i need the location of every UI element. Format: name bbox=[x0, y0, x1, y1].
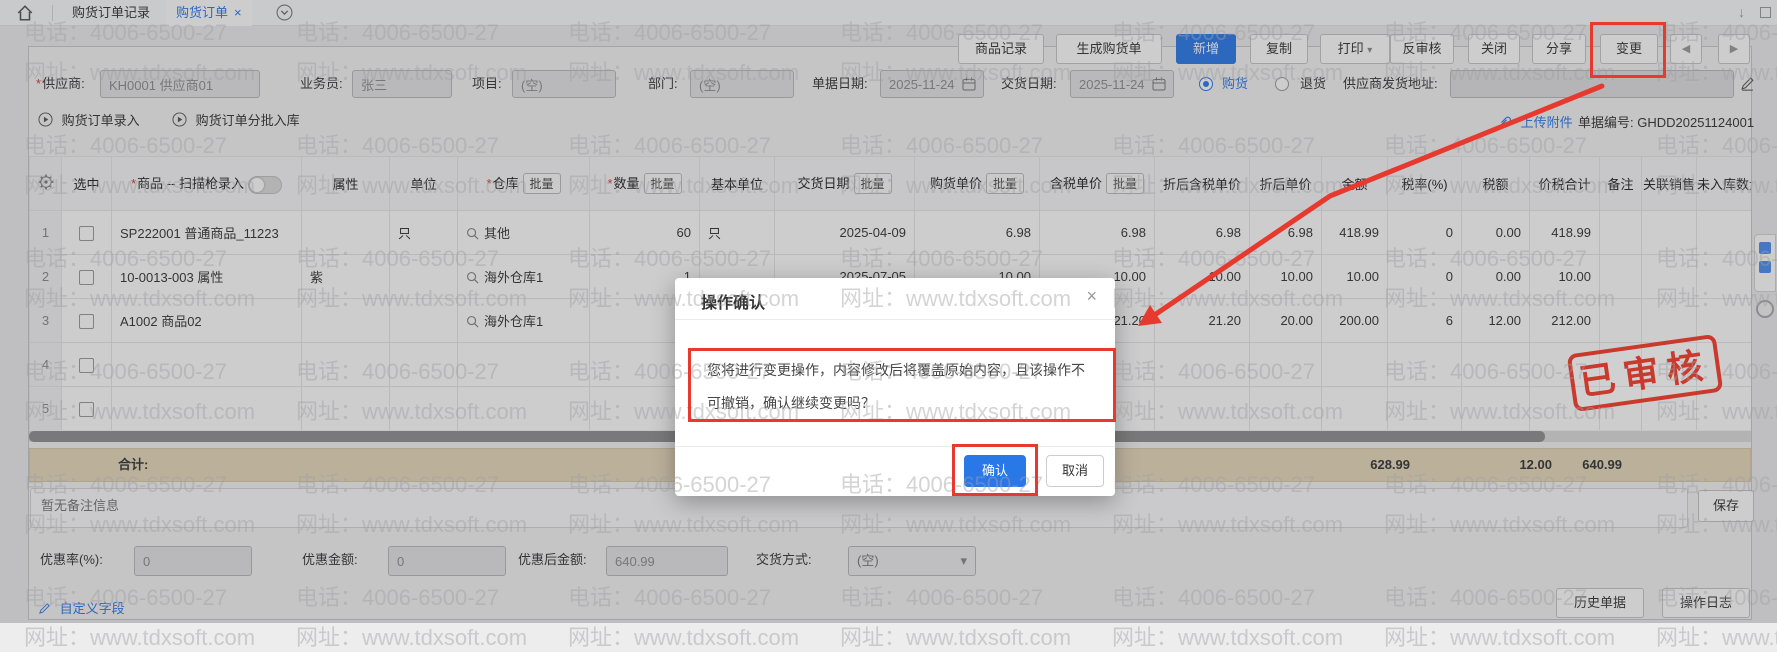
dialog-header: 操作确认 × bbox=[675, 278, 1115, 320]
confirm-button[interactable]: 确认 bbox=[964, 455, 1026, 487]
watermark-text: 网址：www.tdxsoft.com bbox=[24, 620, 255, 652]
confirm-dialog: 操作确认 × 您将进行变更操作，内容修改后将覆盖原始内容，且该操作不可撤销，确认… bbox=[675, 278, 1115, 496]
watermark-text: 网址：www.tdxsoft.com bbox=[568, 620, 799, 652]
watermark-text: 网址：www.tdxsoft.com bbox=[1656, 620, 1777, 652]
dialog-footer: 确认 取消 bbox=[675, 446, 1115, 496]
watermark-text: 网址：www.tdxsoft.com bbox=[1112, 620, 1343, 652]
dialog-close-icon[interactable]: × bbox=[1086, 286, 1097, 307]
watermark-text: 网址：www.tdxsoft.com bbox=[296, 620, 527, 652]
watermark-text: 网址：www.tdxsoft.com bbox=[840, 620, 1071, 652]
dialog-message: 您将进行变更操作，内容修改后将覆盖原始内容，且该操作不可撤销，确认继续变更吗？ bbox=[707, 354, 1095, 420]
cancel-button[interactable]: 取消 bbox=[1046, 455, 1104, 487]
dialog-title: 操作确认 bbox=[701, 289, 765, 313]
watermark-text: 网址：www.tdxsoft.com bbox=[1384, 620, 1615, 652]
